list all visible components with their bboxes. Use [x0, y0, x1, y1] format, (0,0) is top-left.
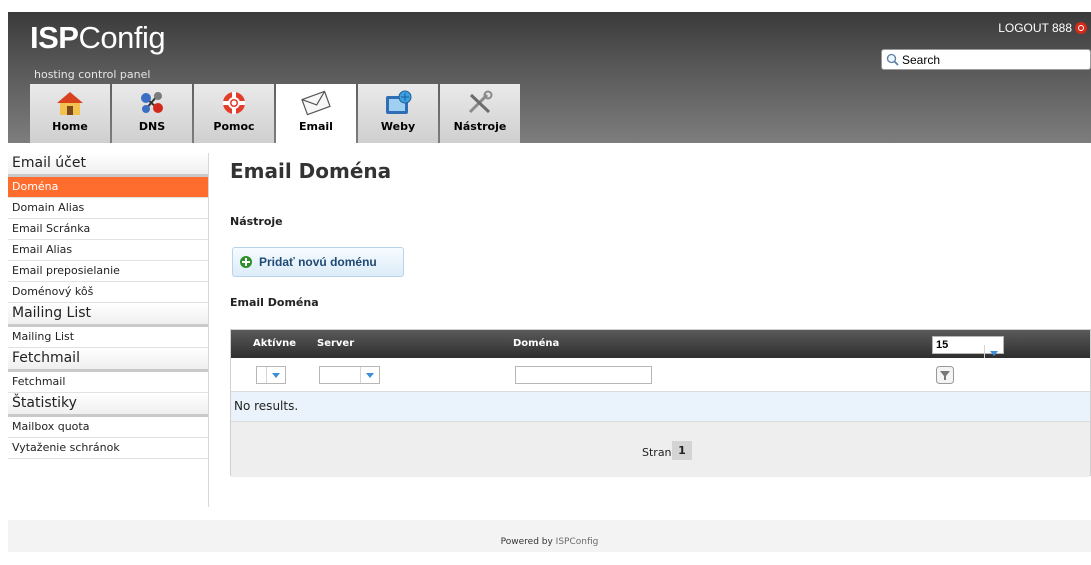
- help-icon: [223, 92, 245, 114]
- sidebar-item-domain[interactable]: Doména: [8, 177, 208, 198]
- page-1-button[interactable]: 1: [672, 441, 692, 460]
- websites-icon: [386, 90, 412, 114]
- tab-label: Weby: [380, 120, 416, 133]
- sidebar-item-email-alias[interactable]: Email Alias: [8, 240, 208, 261]
- active-filter-select[interactable]: [256, 366, 286, 384]
- sidebar-item-domain-alias[interactable]: Domain Alias: [8, 198, 208, 219]
- main-content: Email Doména Nástroje Pridať novú doménu…: [230, 153, 1091, 477]
- tab-label: Nástroje: [453, 120, 507, 133]
- logout-link[interactable]: LOGOUT 888: [998, 21, 1087, 35]
- filter-row: [231, 358, 1090, 391]
- sidebar-item-mailbox[interactable]: Email Scránka: [8, 219, 208, 240]
- sidebar-section-statistics: Štatistiky: [8, 393, 208, 417]
- filter-icon[interactable]: [936, 366, 954, 384]
- tab-label: Pomoc: [213, 120, 255, 133]
- app-logo[interactable]: ISPConfig: [30, 20, 166, 56]
- chevron-down-icon: [266, 367, 285, 383]
- sidebar-section-email-account: Email účet: [8, 153, 208, 177]
- list-heading: Email Doména: [230, 296, 319, 309]
- tab-dns[interactable]: DNS: [112, 84, 192, 143]
- tools-heading: Nástroje: [230, 215, 283, 228]
- header-bar: ISPConfig hosting control panel LOGOUT 8…: [8, 12, 1091, 143]
- sidebar-section-mailing-list: Mailing List: [8, 303, 208, 327]
- sidebar-item-fetchmail[interactable]: Fetchmail: [8, 372, 208, 393]
- sidebar-item-mailbox-traffic[interactable]: Vytaženie schránok: [8, 438, 208, 459]
- sidebar-item-mailbox-quota[interactable]: Mailbox quota: [8, 417, 208, 438]
- logout-label: LOGOUT 888: [998, 21, 1072, 35]
- column-server[interactable]: Server: [317, 338, 354, 349]
- search-icon: [886, 53, 899, 66]
- sidebar-item-mailing-list[interactable]: Mailing List: [8, 327, 208, 348]
- search-input[interactable]: Search: [881, 49, 1091, 70]
- domain-filter-input[interactable]: [515, 366, 652, 384]
- dns-icon: [141, 92, 163, 113]
- pagination: Strana 1: [231, 422, 1090, 477]
- server-filter-select[interactable]: [319, 366, 380, 384]
- tab-websites[interactable]: Weby: [358, 84, 438, 143]
- tab-label: Home: [52, 120, 88, 133]
- domain-list: Aktívne Server Doména 15 No results. Str…: [230, 329, 1091, 477]
- tab-label: DNS: [138, 120, 166, 133]
- tab-home[interactable]: Home: [30, 84, 110, 143]
- table-header: Aktívne Server Doména 15: [231, 330, 1090, 361]
- search-placeholder: Search: [902, 52, 941, 67]
- footer-text: Powered by: [500, 537, 556, 547]
- plus-icon: [240, 256, 252, 268]
- add-domain-button[interactable]: Pridať novú doménu: [232, 247, 404, 277]
- tab-help[interactable]: Pomoc: [194, 84, 274, 143]
- power-icon: [1075, 22, 1087, 34]
- tools-icon: [468, 90, 493, 114]
- chevron-down-icon: [360, 367, 379, 383]
- tab-email[interactable]: Email: [276, 84, 356, 143]
- column-domain[interactable]: Doména: [513, 338, 559, 349]
- envelope-icon: [301, 90, 331, 116]
- footer: Powered by ISPConfig: [8, 520, 1091, 552]
- sidebar-section-fetchmail: Fetchmail: [8, 348, 208, 372]
- tab-label: Email: [299, 120, 333, 133]
- sidebar-item-domain-catchall[interactable]: Doménový kôš: [8, 282, 208, 303]
- tab-tools[interactable]: Nástroje: [440, 84, 520, 143]
- page-title: Email Doména: [230, 159, 392, 183]
- tagline: hosting control panel: [34, 68, 151, 81]
- no-results-row: No results.: [231, 391, 1090, 422]
- sidebar: Email účet Doména Domain Alias Email Scr…: [8, 153, 209, 507]
- main-tabs: Home DNS Pomoc Email Weby Nástroje: [30, 84, 520, 143]
- page-size-value: 15: [936, 339, 949, 351]
- add-domain-label: Pridať novú doménu: [259, 255, 377, 269]
- home-icon: [57, 92, 83, 115]
- footer-link[interactable]: ISPConfig: [556, 537, 599, 547]
- page-size-select[interactable]: 15: [932, 336, 1004, 361]
- column-active[interactable]: Aktívne: [253, 338, 296, 349]
- sidebar-item-email-forward[interactable]: Email preposielanie: [8, 261, 208, 282]
